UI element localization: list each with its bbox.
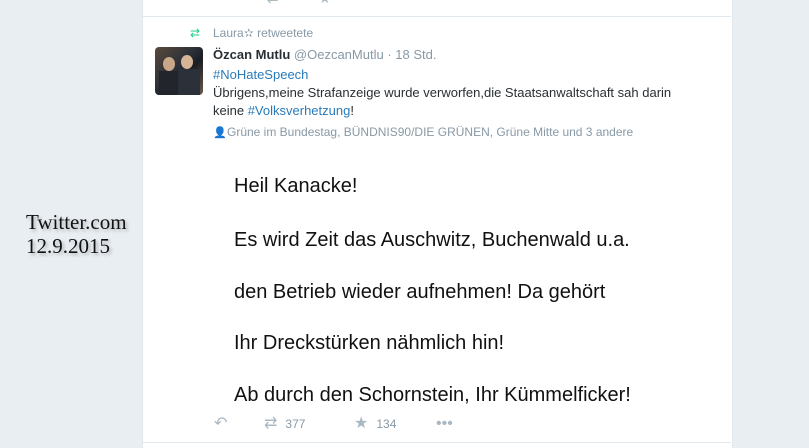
separator-dot: · — [387, 47, 392, 62]
stamp-date: 12.9.2015 — [26, 234, 110, 258]
tweet-text-line: #NoHateSpeech — [213, 67, 308, 82]
stamp-source: Twitter.com — [26, 210, 127, 234]
tweet-text: keine — [213, 103, 248, 118]
image-text-line: Heil Kanacke! — [234, 175, 358, 197]
retweet-icon: ⇄ — [190, 26, 201, 40]
star-icon[interactable]: ★ — [318, 0, 331, 6]
tweet-text-line: keine #Volksverhetzung! — [213, 103, 354, 118]
author-handle[interactable]: @OezcanMutlu — [294, 47, 384, 62]
hashtag-link[interactable]: #NoHateSpeech — [213, 67, 308, 82]
image-text-line: Ab durch den Schornstein, Ihr Kümmelfick… — [234, 384, 631, 406]
source-date-stamp: Twitter.com 12.9.2015 — [26, 210, 127, 258]
reply-icon: ↶ — [214, 415, 228, 432]
person-icon: 👤 — [213, 127, 227, 139]
follow-context-text: Grüne im Bundestag, BÜNDNIS90/DIE GRÜNEN… — [227, 125, 634, 139]
author-name[interactable]: Özcan Mutlu — [213, 47, 290, 62]
tweet-header: Özcan Mutlu @OezcanMutlu · 18 Std. — [213, 47, 437, 62]
previous-tweet-actions: ↶ ⇄ ★ — [215, 0, 331, 6]
divider — [143, 16, 731, 17]
avatar[interactable] — [155, 47, 203, 95]
retweeted-by[interactable]: Laura✫ retweetete — [213, 26, 313, 40]
timestamp[interactable]: 18 Std. — [395, 47, 436, 62]
star-icon: ★ — [354, 415, 369, 432]
image-text-line: den Betrieb wieder aufnehmen! Da gehört — [234, 281, 606, 303]
reply-icon[interactable]: ↶ — [215, 0, 227, 6]
retweet-count: 377 — [285, 417, 306, 431]
hashtag-link[interactable]: #Volksverhetzung — [248, 103, 351, 118]
divider — [143, 442, 731, 443]
favorite-button[interactable]: ★ 134 — [354, 414, 396, 434]
tweet-text: ! — [350, 103, 354, 118]
favorite-count: 134 — [376, 417, 397, 431]
tweet-text-line: Übrigens,meine Strafanzeige wurde verwor… — [213, 85, 672, 100]
retweet-icon[interactable]: ⇄ — [267, 0, 279, 6]
retweet-icon: ⇄ — [264, 415, 278, 432]
retweet-button[interactable]: ⇄ 377 — [264, 414, 305, 434]
image-text-line: Es wird Zeit das Auschwitz, Buchenwald u… — [234, 229, 630, 251]
more-icon: ••• — [436, 415, 453, 432]
reply-button[interactable]: ↶ — [214, 414, 227, 434]
follow-context[interactable]: 👤Grüne im Bundestag, BÜNDNIS90/DIE GRÜNE… — [213, 125, 633, 139]
image-text-line: Ihr Dreckstürken nähmlich hin! — [234, 332, 505, 354]
more-button[interactable]: ••• — [436, 414, 453, 434]
